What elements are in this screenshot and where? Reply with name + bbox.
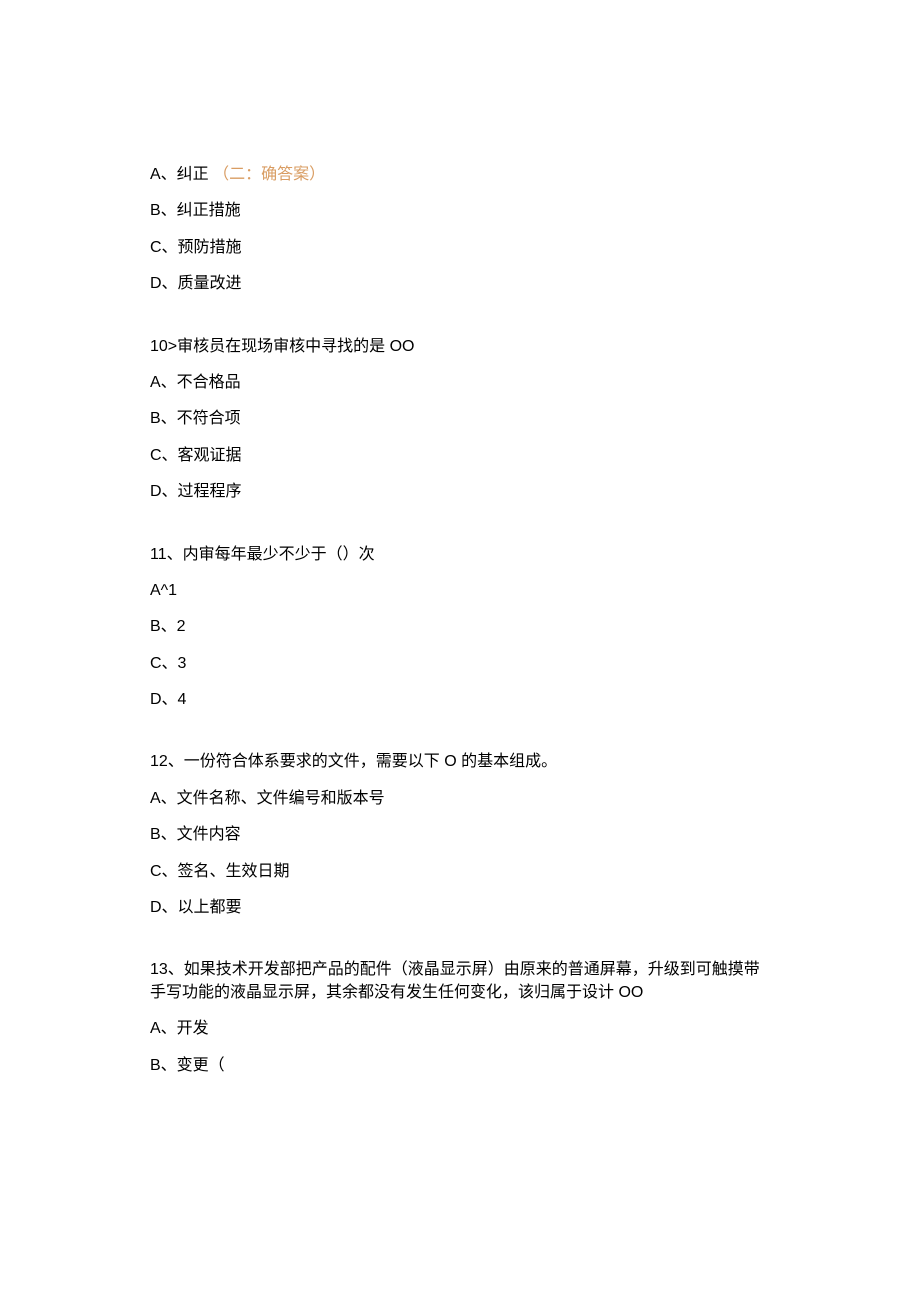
question-11: 11、内审每年最少不少于（）次 A^1 B、2 C、3 D、4 [150,544,770,712]
question-block-partial: A、纠正 （二：确答案） B、纠正措施 C、预防措施 D、质量改进 [150,164,770,296]
option-a: A、不合格品 [150,372,770,394]
option-b: B、文件内容 [150,824,770,846]
option-d: D、以上都要 [150,897,770,919]
option-b: B、2 [150,616,770,638]
option-a-text: A、纠正 [150,166,213,183]
question-stem: 10>审核员在现场审核中寻找的是 OO [150,336,770,358]
option-a: A^1 [150,580,770,602]
option-c: C、签名、生效日期 [150,861,770,883]
option-b: B、不符合项 [150,408,770,430]
option-b: B、变更（ [150,1055,770,1077]
answer-note: （二：确答案） [213,166,325,183]
question-12: 12、一份符合体系要求的文件，需要以下 O 的基本组成。 A、文件名称、文件编号… [150,751,770,919]
question-13: 13、如果技术开发部把产品的配件（液晶显示屏）由原来的普通屏幕，升级到可触摸带手… [150,959,770,1077]
question-10: 10>审核员在现场审核中寻找的是 OO A、不合格品 B、不符合项 C、客观证据… [150,336,770,504]
option-b: B、纠正措施 [150,200,770,222]
option-a: A、文件名称、文件编号和版本号 [150,788,770,810]
option-d: D、4 [150,689,770,711]
document-page: A、纠正 （二：确答案） B、纠正措施 C、预防措施 D、质量改进 10>审核员… [0,0,920,1297]
question-stem: 13、如果技术开发部把产品的配件（液晶显示屏）由原来的普通屏幕，升级到可触摸带手… [150,959,770,1004]
option-c: C、预防措施 [150,237,770,259]
option-c: C、3 [150,653,770,675]
option-c: C、客观证据 [150,445,770,467]
question-stem: 12、一份符合体系要求的文件，需要以下 O 的基本组成。 [150,751,770,773]
question-stem: 11、内审每年最少不少于（）次 [150,544,770,566]
option-a: A、开发 [150,1018,770,1040]
option-a: A、纠正 （二：确答案） [150,164,770,186]
option-d: D、过程程序 [150,481,770,503]
option-d: D、质量改进 [150,273,770,295]
